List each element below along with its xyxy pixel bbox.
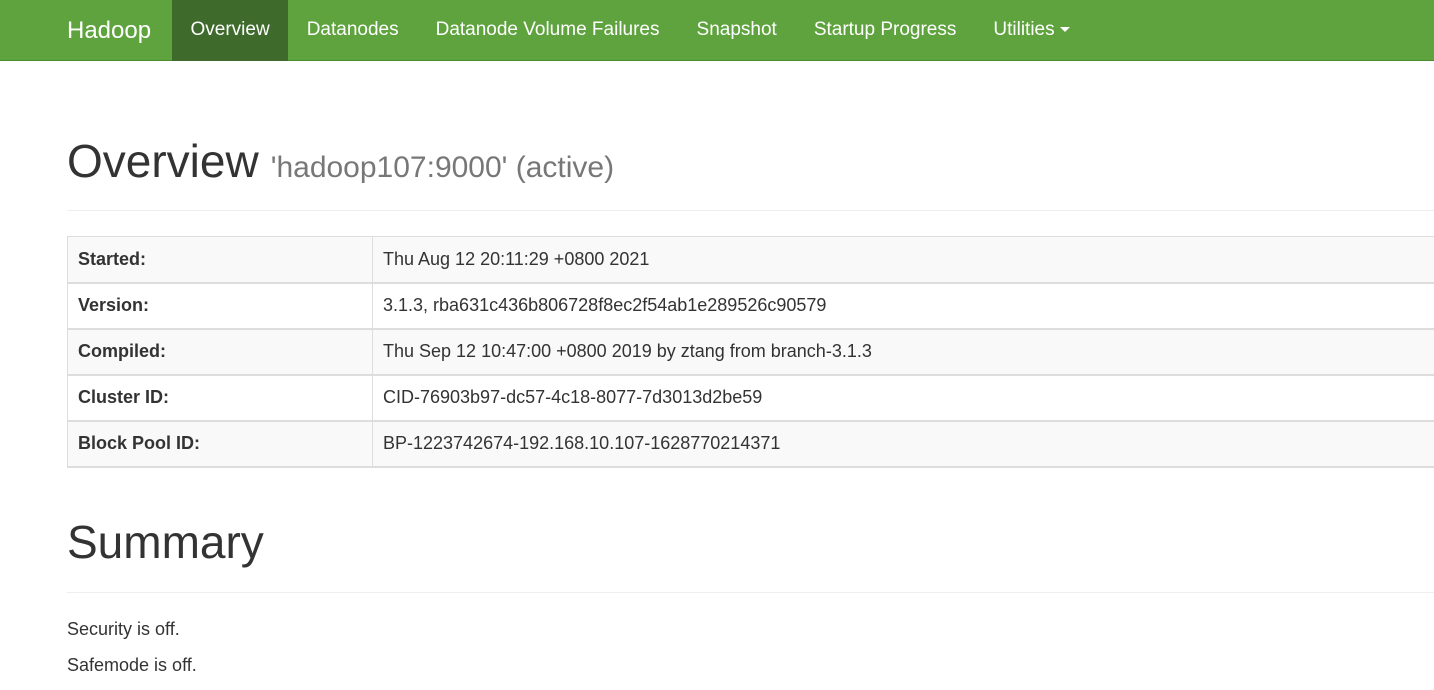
row-value: BP-1223742674-192.168.10.107-16287702143… [372, 419, 1434, 467]
caret-down-icon [1059, 27, 1070, 33]
table-row: Started: Thu Aug 12 20:11:29 +0800 2021 [67, 236, 1434, 283]
table-row: Version: 3.1.3, rba631c436b806728f8ec2f5… [67, 281, 1434, 329]
nav-item-datanode-volume-failures[interactable]: Datanode Volume Failures [417, 0, 678, 61]
summary-title: Summary [67, 515, 1434, 593]
namenode-address: 'hadoop107:9000' (active) [270, 151, 615, 184]
nav-menu: Overview Datanodes Datanode Volume Failu… [172, 0, 1088, 61]
safemode-status: Safemode is off. [67, 655, 197, 675]
row-value: Thu Aug 12 20:11:29 +0800 2021 [383, 248, 650, 269]
utilities-label: Utilities [993, 19, 1055, 40]
nav-item-utilities[interactable]: Utilities [975, 0, 1088, 61]
brand-logo[interactable]: Hadoop [67, 0, 151, 61]
table-row: Block Pool ID: BP-1223742674-192.168.10.… [67, 419, 1434, 467]
row-label: Cluster ID: [67, 373, 373, 421]
row-label: Started: [67, 236, 373, 283]
table-row: Cluster ID: CID-76903b97-dc57-4c18-8077-… [67, 373, 1434, 421]
overview-info-table: Started: Thu Aug 12 20:11:29 +0800 2021 … [67, 236, 1434, 468]
page-title: Overview [67, 135, 259, 187]
row-value: Thu Sep 12 10:47:00 +0800 2019 by ztang … [372, 327, 1434, 375]
row-label: Version: [67, 281, 373, 329]
table-row: Compiled: Thu Sep 12 10:47:00 +0800 2019… [67, 327, 1434, 375]
row-value: CID-76903b97-dc57-4c18-8077-7d3013d2be59 [372, 373, 1434, 421]
security-status: Security is off. [67, 619, 180, 639]
nav-item-datanodes[interactable]: Datanodes [288, 0, 417, 61]
top-navbar: Hadoop Overview Datanodes Datanode Volum… [0, 0, 1434, 61]
row-label: Compiled: [67, 327, 373, 375]
nav-item-startup-progress[interactable]: Startup Progress [795, 0, 975, 61]
nav-item-snapshot[interactable]: Snapshot [678, 0, 795, 61]
nav-item-overview[interactable]: Overview [172, 0, 289, 61]
row-value: 3.1.3, rba631c436b806728f8ec2f54ab1e2895… [372, 281, 1434, 329]
overview-header: Overview 'hadoop107:9000' (active) [67, 134, 1434, 211]
row-label: Block Pool ID: [67, 419, 373, 467]
